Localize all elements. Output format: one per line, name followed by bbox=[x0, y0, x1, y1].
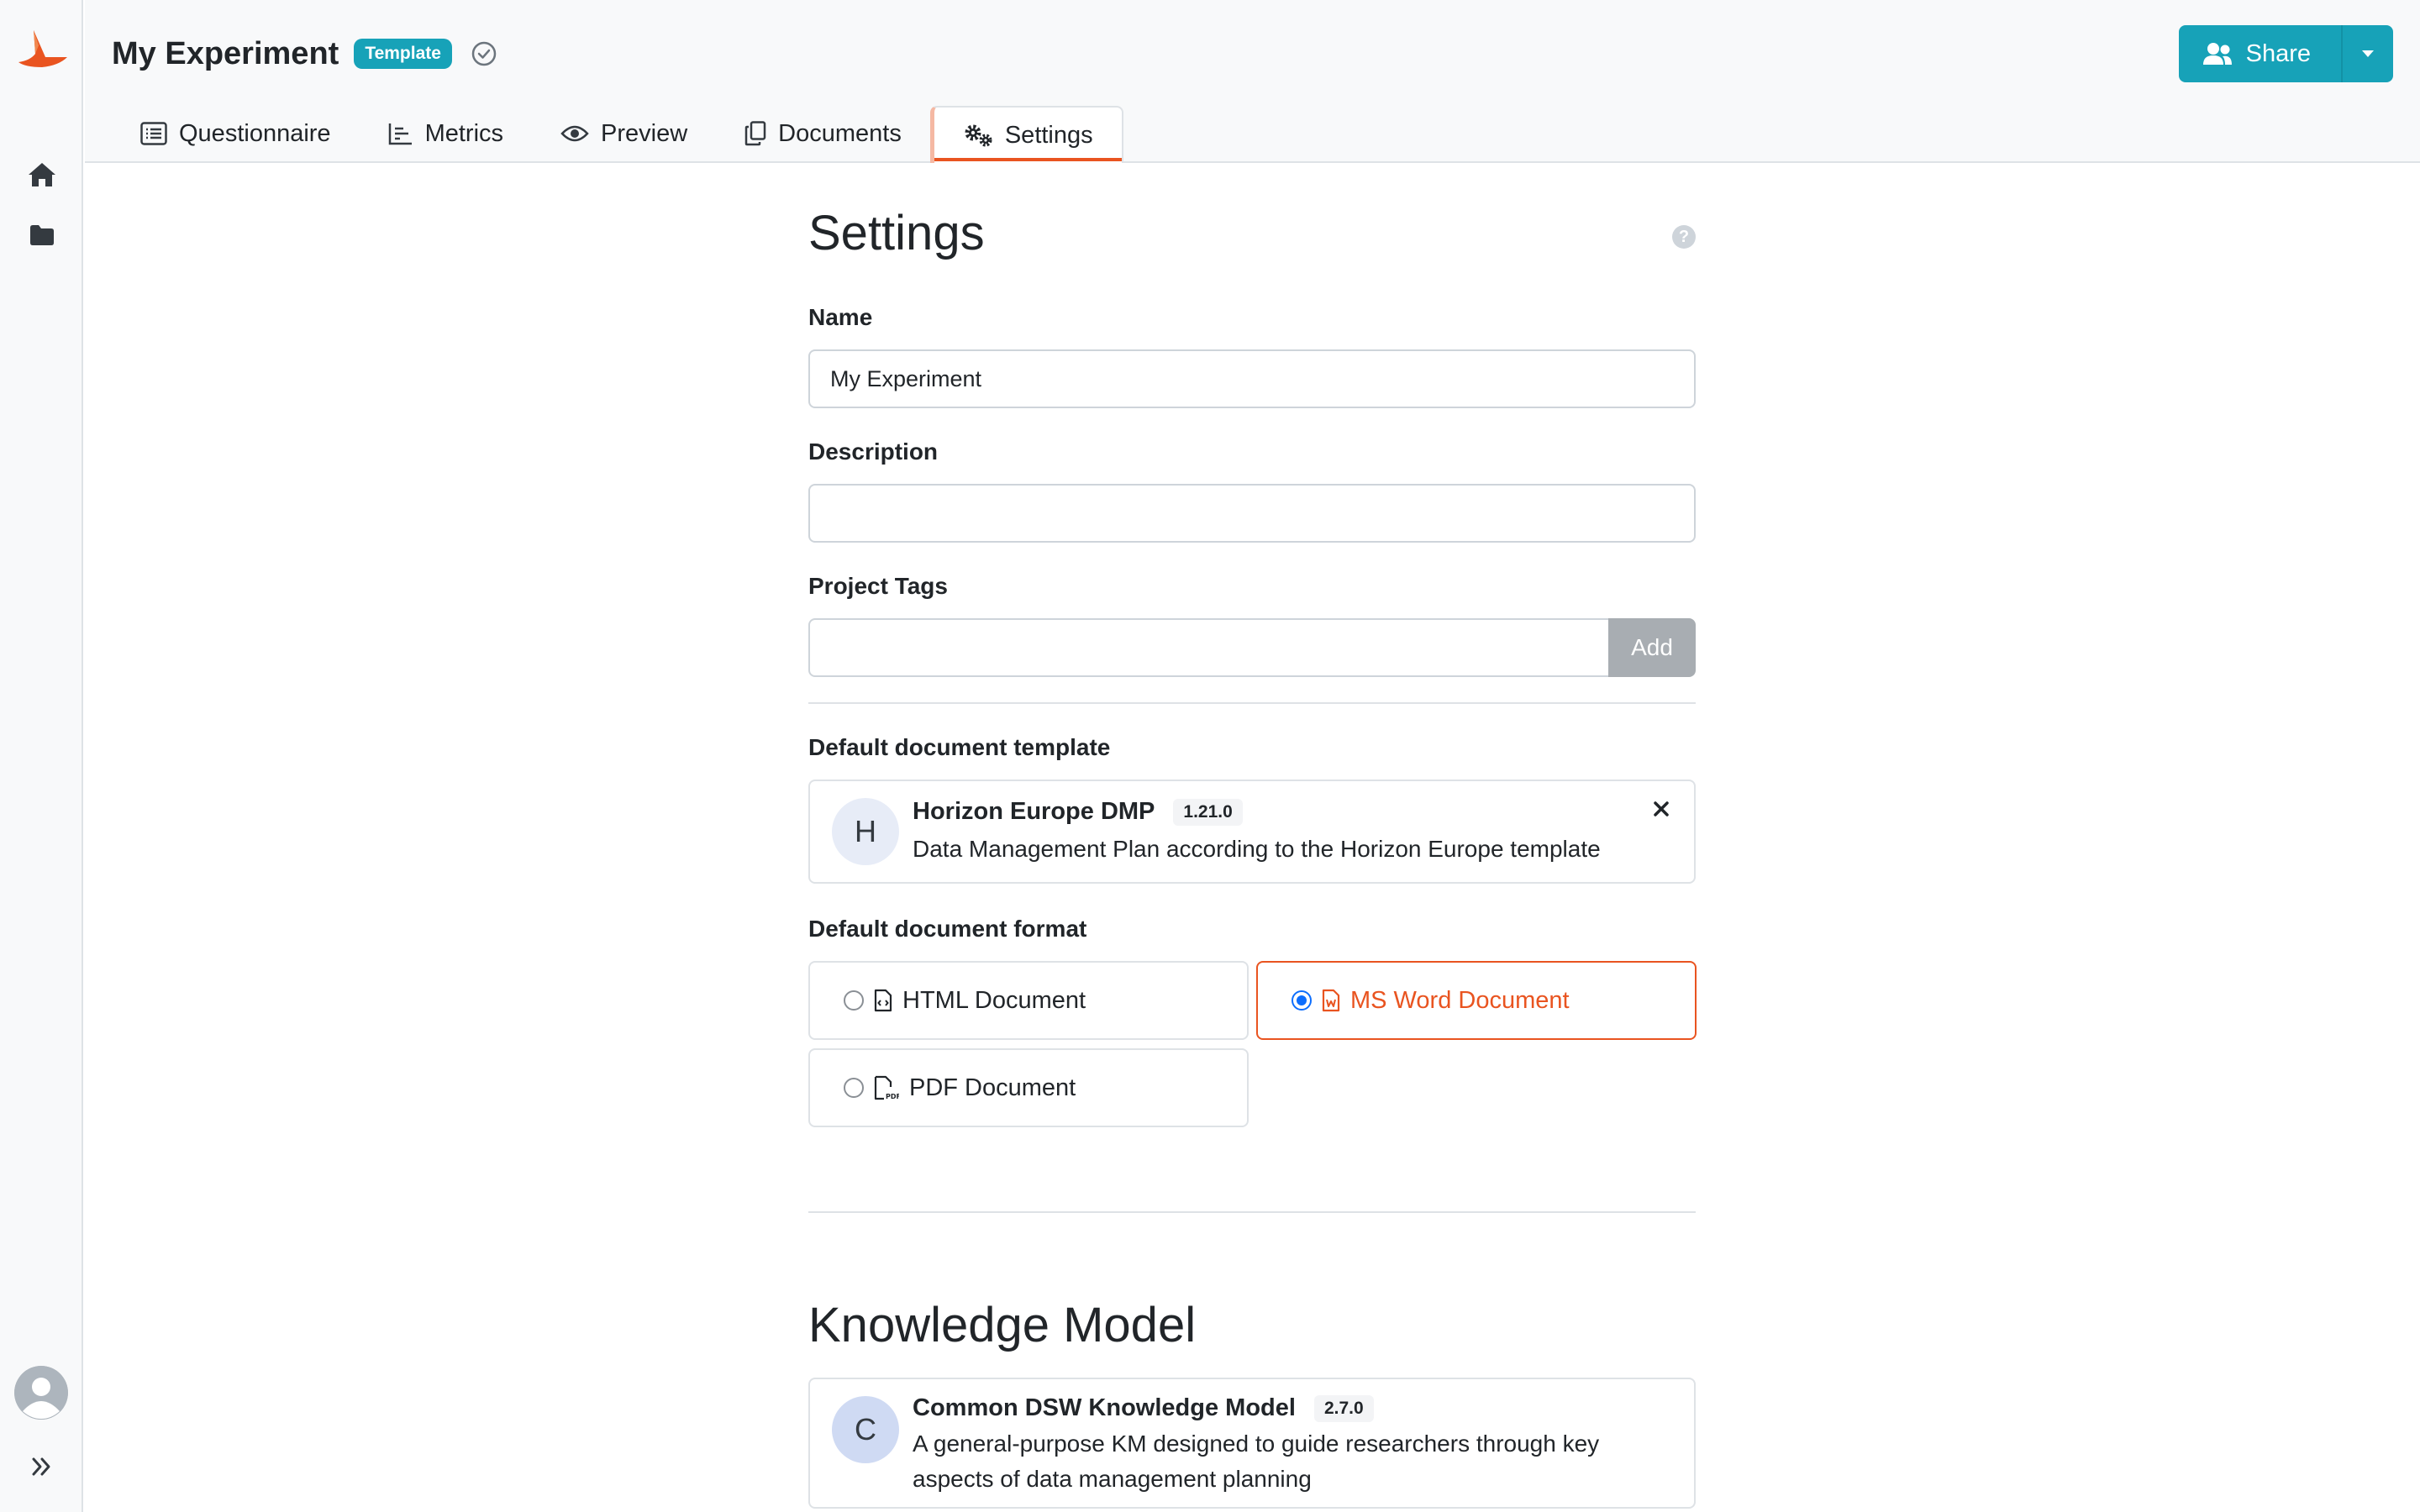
name-input[interactable] bbox=[808, 349, 1696, 408]
tab-questionnaire[interactable]: Questionnaire bbox=[112, 106, 360, 161]
expand-sidebar-icon[interactable] bbox=[27, 1452, 57, 1482]
format-option-pdf[interactable]: PDF PDF Document bbox=[808, 1048, 1249, 1127]
cogs-icon bbox=[965, 124, 992, 147]
close-icon[interactable] bbox=[1649, 796, 1674, 822]
description-label: Description bbox=[808, 438, 939, 465]
knowledge-model-card[interactable]: C Common DSW Knowledge Model 2.7.0 A gen… bbox=[808, 1378, 1696, 1509]
folder-icon[interactable] bbox=[27, 220, 57, 250]
format-option-msword[interactable]: MS Word Document bbox=[1256, 961, 1697, 1040]
divider bbox=[808, 1211, 1696, 1213]
default-format-label: Default document format bbox=[808, 916, 1087, 942]
format-label-msword: MS Word Document bbox=[1350, 986, 1570, 1014]
share-dropdown-toggle[interactable] bbox=[2341, 25, 2393, 82]
add-tag-button[interactable]: Add bbox=[1608, 618, 1696, 677]
file-code-icon bbox=[874, 989, 892, 1012]
project-tabs: Questionnaire Metrics Preview Documents bbox=[112, 106, 1123, 163]
caret-down-icon bbox=[2362, 50, 2374, 57]
km-description: A general-purpose KM designed to guide r… bbox=[913, 1431, 1600, 1492]
km-name: Common DSW Knowledge Model bbox=[913, 1394, 1296, 1421]
svg-text:PDF: PDF bbox=[886, 1093, 899, 1100]
radio-html[interactable] bbox=[844, 990, 864, 1011]
bar-chart-icon bbox=[388, 123, 412, 145]
logo-icon[interactable] bbox=[17, 29, 69, 74]
eye-icon bbox=[560, 125, 589, 142]
list-icon bbox=[140, 122, 167, 145]
format-option-html[interactable]: HTML Document bbox=[808, 961, 1249, 1040]
template-badge: Template bbox=[354, 39, 452, 69]
radio-msword[interactable] bbox=[1292, 990, 1312, 1011]
template-description: Data Management Plan according to the Ho… bbox=[913, 836, 1601, 862]
format-label-pdf: PDF Document bbox=[909, 1074, 1076, 1101]
tab-label: Documents bbox=[778, 119, 902, 147]
project-header: My Experiment Template Share Questionnai… bbox=[85, 0, 2420, 163]
knowledge-model-heading: Knowledge Model bbox=[808, 1298, 1197, 1352]
km-title: Common DSW Knowledge Model 2.7.0 bbox=[913, 1394, 1374, 1422]
km-version: 2.7.0 bbox=[1313, 1394, 1374, 1422]
default-template-label: Default document template bbox=[808, 734, 1111, 760]
tab-label: Preview bbox=[601, 119, 688, 147]
user-avatar-icon[interactable] bbox=[14, 1366, 68, 1420]
tab-metrics[interactable]: Metrics bbox=[360, 106, 532, 161]
share-button[interactable]: Share bbox=[2178, 25, 2341, 82]
share-label: Share bbox=[2245, 39, 2311, 67]
help-icon[interactable]: ? bbox=[1672, 225, 1696, 249]
home-icon[interactable] bbox=[27, 160, 57, 190]
tab-label: Metrics bbox=[424, 119, 504, 147]
tab-documents[interactable]: Documents bbox=[716, 106, 930, 161]
template-title: Horizon Europe DMP 1.21.0 bbox=[913, 798, 1243, 826]
project-tags-input[interactable] bbox=[808, 618, 1610, 677]
copy-icon bbox=[744, 121, 766, 146]
project-tags-label: Project Tags bbox=[808, 573, 948, 599]
tab-label: Questionnaire bbox=[179, 119, 331, 147]
template-version: 1.21.0 bbox=[1173, 798, 1243, 826]
title-row: My Experiment Template bbox=[112, 32, 497, 76]
sidebar bbox=[0, 0, 83, 1512]
km-initial: C bbox=[832, 1396, 899, 1463]
format-label-html: HTML Document bbox=[902, 986, 1086, 1014]
users-icon bbox=[2202, 43, 2232, 65]
divider bbox=[808, 702, 1696, 704]
check-circle-icon bbox=[471, 41, 497, 66]
name-label: Name bbox=[808, 304, 873, 330]
template-initial: H bbox=[832, 798, 899, 865]
tab-settings[interactable]: Settings bbox=[929, 106, 1123, 163]
description-input[interactable] bbox=[808, 484, 1696, 543]
file-pdf-icon: PDF bbox=[874, 1075, 899, 1100]
radio-pdf[interactable] bbox=[844, 1078, 864, 1098]
tab-label: Settings bbox=[1004, 121, 1093, 149]
project-title: My Experiment bbox=[112, 35, 339, 71]
template-card[interactable]: H Horizon Europe DMP 1.21.0 Data Managem… bbox=[808, 780, 1696, 884]
tab-preview[interactable]: Preview bbox=[532, 106, 716, 161]
page-title: Settings bbox=[808, 206, 985, 260]
file-word-icon bbox=[1322, 989, 1340, 1012]
share-button-group: Share bbox=[2178, 25, 2393, 82]
template-name: Horizon Europe DMP bbox=[913, 798, 1155, 825]
